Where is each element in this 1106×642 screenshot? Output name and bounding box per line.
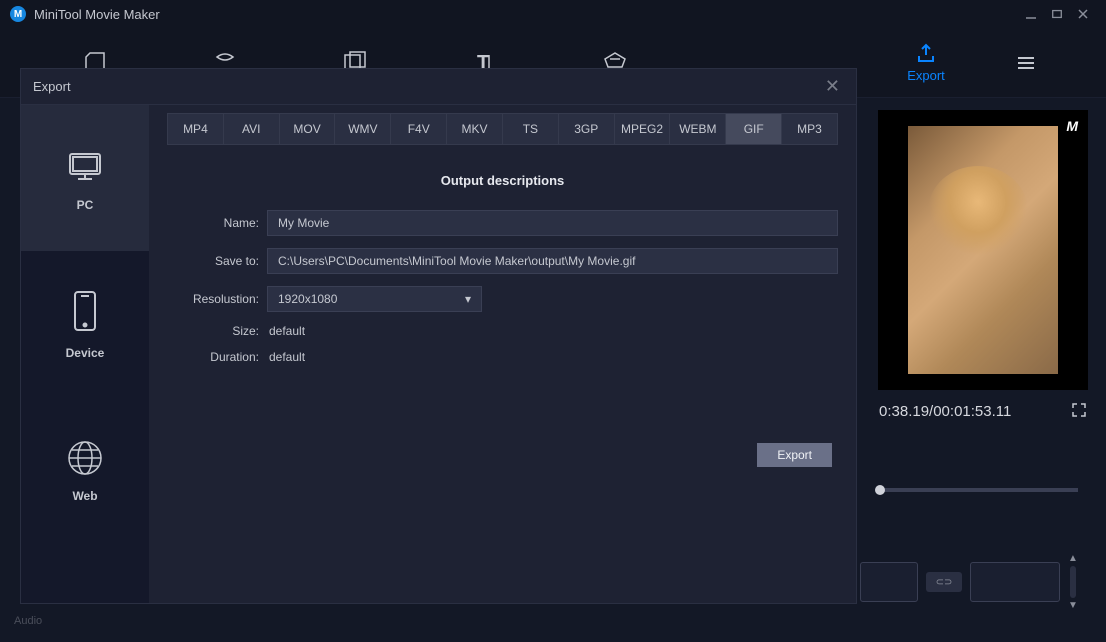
target-device-label: Device bbox=[66, 346, 105, 360]
fullscreen-icon[interactable] bbox=[1071, 402, 1087, 421]
format-tab-wmv[interactable]: WMV bbox=[335, 114, 391, 144]
scroll-up-icon[interactable]: ▲ bbox=[1068, 553, 1078, 564]
size-label: Size: bbox=[167, 324, 267, 338]
name-label: Name: bbox=[167, 216, 267, 230]
format-tab-gif[interactable]: GIF bbox=[726, 114, 782, 144]
output-heading: Output descriptions bbox=[167, 173, 838, 188]
scroll-down-icon[interactable]: ▼ bbox=[1068, 600, 1078, 611]
target-web-label: Web bbox=[72, 489, 97, 503]
format-tab-mp3[interactable]: MP3 bbox=[782, 114, 837, 144]
watermark-icon: M bbox=[1066, 118, 1078, 134]
scroll-track[interactable] bbox=[1070, 566, 1076, 598]
format-tab-ts[interactable]: TS bbox=[503, 114, 559, 144]
saveto-input[interactable] bbox=[267, 248, 838, 274]
app-logo-icon: M bbox=[10, 6, 26, 22]
target-pc[interactable]: PC bbox=[21, 105, 149, 251]
export-targets-sidebar: PC Device Web bbox=[21, 105, 149, 603]
target-web[interactable]: Web bbox=[21, 397, 149, 543]
chevron-down-icon: ▾ bbox=[465, 292, 471, 306]
target-device[interactable]: Device bbox=[21, 251, 149, 397]
menu-button[interactable] bbox=[976, 51, 1076, 75]
preview-image bbox=[908, 126, 1058, 374]
format-tab-mpeg2[interactable]: MPEG2 bbox=[615, 114, 671, 144]
format-tabs: MP4AVIMOVWMVF4VMKVTS3GPMPEG2WEBMGIFMP3 bbox=[167, 113, 838, 145]
slider-thumb[interactable] bbox=[875, 485, 885, 495]
dialog-header: Export ✕ bbox=[21, 69, 856, 105]
target-pc-label: PC bbox=[77, 198, 94, 212]
format-tab-mov[interactable]: MOV bbox=[280, 114, 336, 144]
timeline-scrollbar[interactable]: ▲ ▼ bbox=[1068, 553, 1078, 611]
dialog-title: Export bbox=[33, 79, 71, 94]
resolution-label: Resolustion: bbox=[167, 292, 267, 306]
playback-time: 0:38.19/00:01:53.11 bbox=[879, 403, 1011, 420]
duration-label: Duration: bbox=[167, 350, 267, 364]
app-title: MiniTool Movie Maker bbox=[34, 7, 160, 22]
preview-panel: M 0:38.19/00:01:53.11 bbox=[873, 110, 1093, 460]
format-tab-f4v[interactable]: F4V bbox=[391, 114, 447, 144]
export-dialog: Export ✕ PC Device Web bbox=[20, 68, 857, 604]
clip-thumbnail[interactable] bbox=[970, 562, 1060, 602]
name-input[interactable] bbox=[267, 210, 838, 236]
timeline-tracks: ⊂⊃ ▲ ▼ bbox=[860, 547, 1092, 617]
preview-frame[interactable]: M bbox=[878, 110, 1088, 390]
saveto-label: Save to: bbox=[167, 254, 267, 268]
format-tab-mkv[interactable]: MKV bbox=[447, 114, 503, 144]
format-tab-webm[interactable]: WEBM bbox=[670, 114, 726, 144]
size-value: default bbox=[267, 324, 305, 338]
titlebar: M MiniTool Movie Maker bbox=[0, 0, 1106, 28]
format-tab-avi[interactable]: AVI bbox=[224, 114, 280, 144]
dialog-close-icon[interactable]: ✕ bbox=[821, 76, 844, 97]
duration-value: default bbox=[267, 350, 305, 364]
export-tool-label: Export bbox=[907, 68, 945, 83]
timeline-slider[interactable] bbox=[878, 488, 1078, 492]
minimize-button[interactable] bbox=[1018, 4, 1044, 24]
clip-thumbnail[interactable] bbox=[860, 562, 918, 602]
export-tool[interactable]: Export bbox=[876, 42, 976, 83]
audio-track-label: Audio bbox=[14, 615, 42, 627]
format-tab-3gp[interactable]: 3GP bbox=[559, 114, 615, 144]
maximize-button[interactable] bbox=[1044, 4, 1070, 24]
format-tab-mp4[interactable]: MP4 bbox=[168, 114, 224, 144]
export-button[interactable]: Export bbox=[757, 443, 832, 467]
close-button[interactable] bbox=[1070, 4, 1096, 24]
resolution-select[interactable]: 1920x1080 ▾ bbox=[267, 286, 482, 312]
resolution-value: 1920x1080 bbox=[278, 292, 337, 306]
link-icon[interactable]: ⊂⊃ bbox=[926, 572, 962, 592]
